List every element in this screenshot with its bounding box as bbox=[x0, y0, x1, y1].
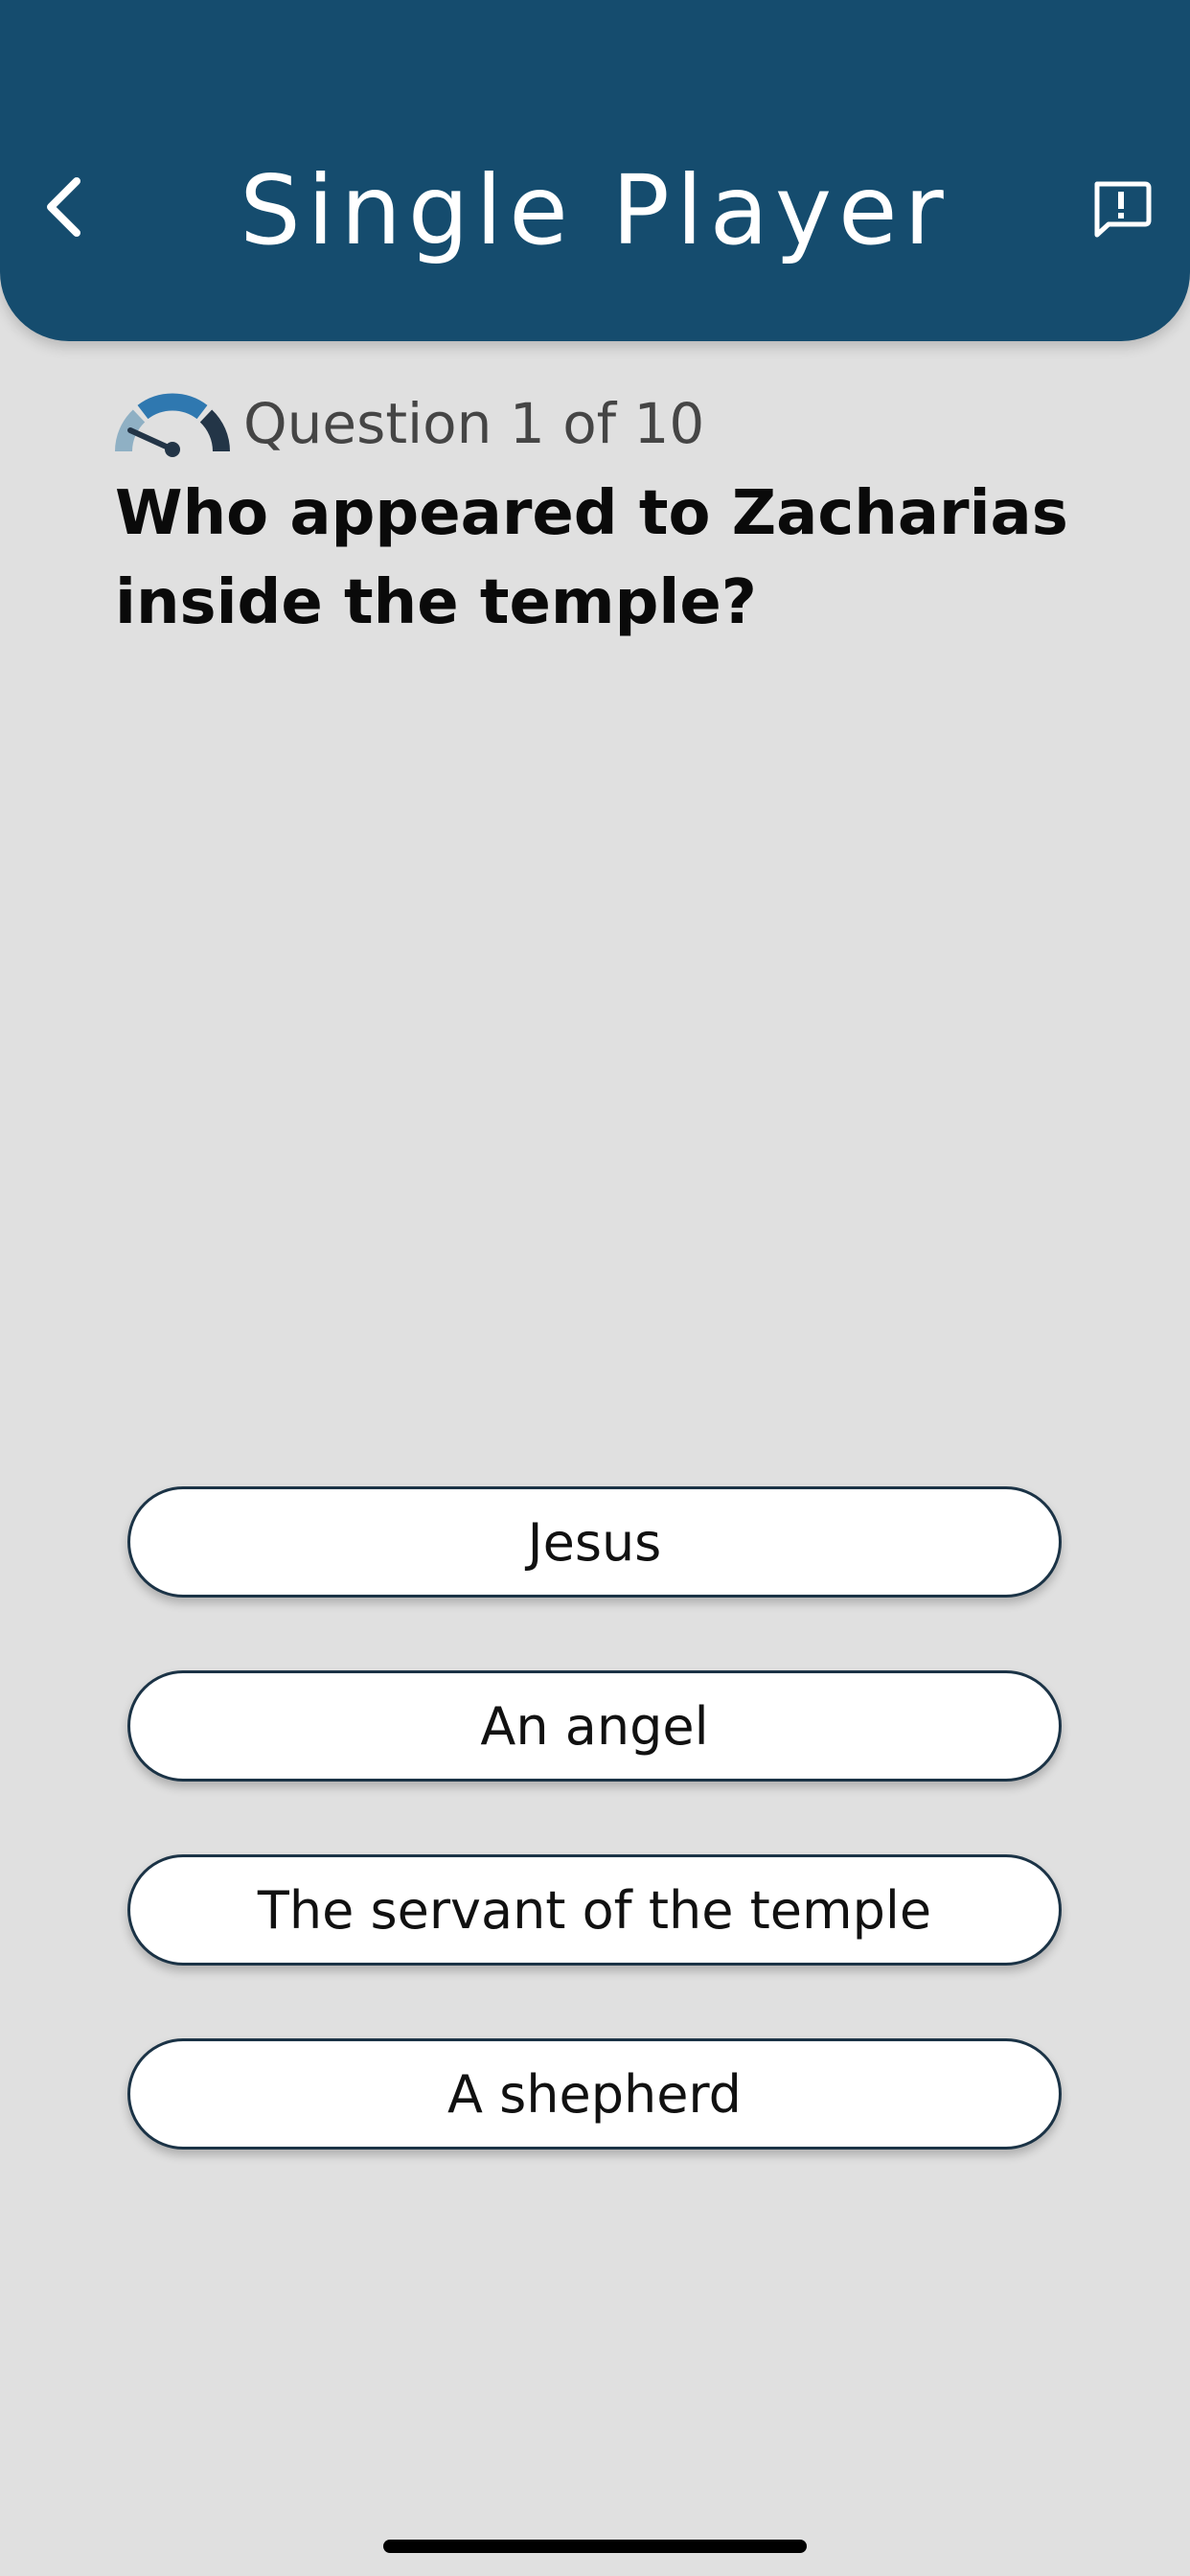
answer-list: Jesus An angel The servant of the temple… bbox=[127, 1486, 1062, 2222]
question-counter: Question 1 of 10 bbox=[243, 391, 705, 456]
answer-option-4[interactable]: A shepherd bbox=[127, 2038, 1062, 2150]
page-title: Single Player bbox=[240, 154, 950, 266]
app-header: Single Player bbox=[0, 0, 1190, 341]
answer-option-1[interactable]: Jesus bbox=[127, 1486, 1062, 1598]
gauge-icon bbox=[115, 393, 230, 457]
answer-option-3[interactable]: The servant of the temple bbox=[127, 1854, 1062, 1966]
question-progress: Question 1 of 10 bbox=[113, 385, 704, 462]
home-indicator[interactable] bbox=[383, 2540, 807, 2553]
question-text: Who appeared to Zacharias inside the tem… bbox=[115, 478, 1068, 638]
answer-option-2[interactable]: An angel bbox=[127, 1670, 1062, 1782]
report-question-button[interactable] bbox=[1083, 172, 1159, 245]
feedback-icon bbox=[1094, 181, 1152, 238]
